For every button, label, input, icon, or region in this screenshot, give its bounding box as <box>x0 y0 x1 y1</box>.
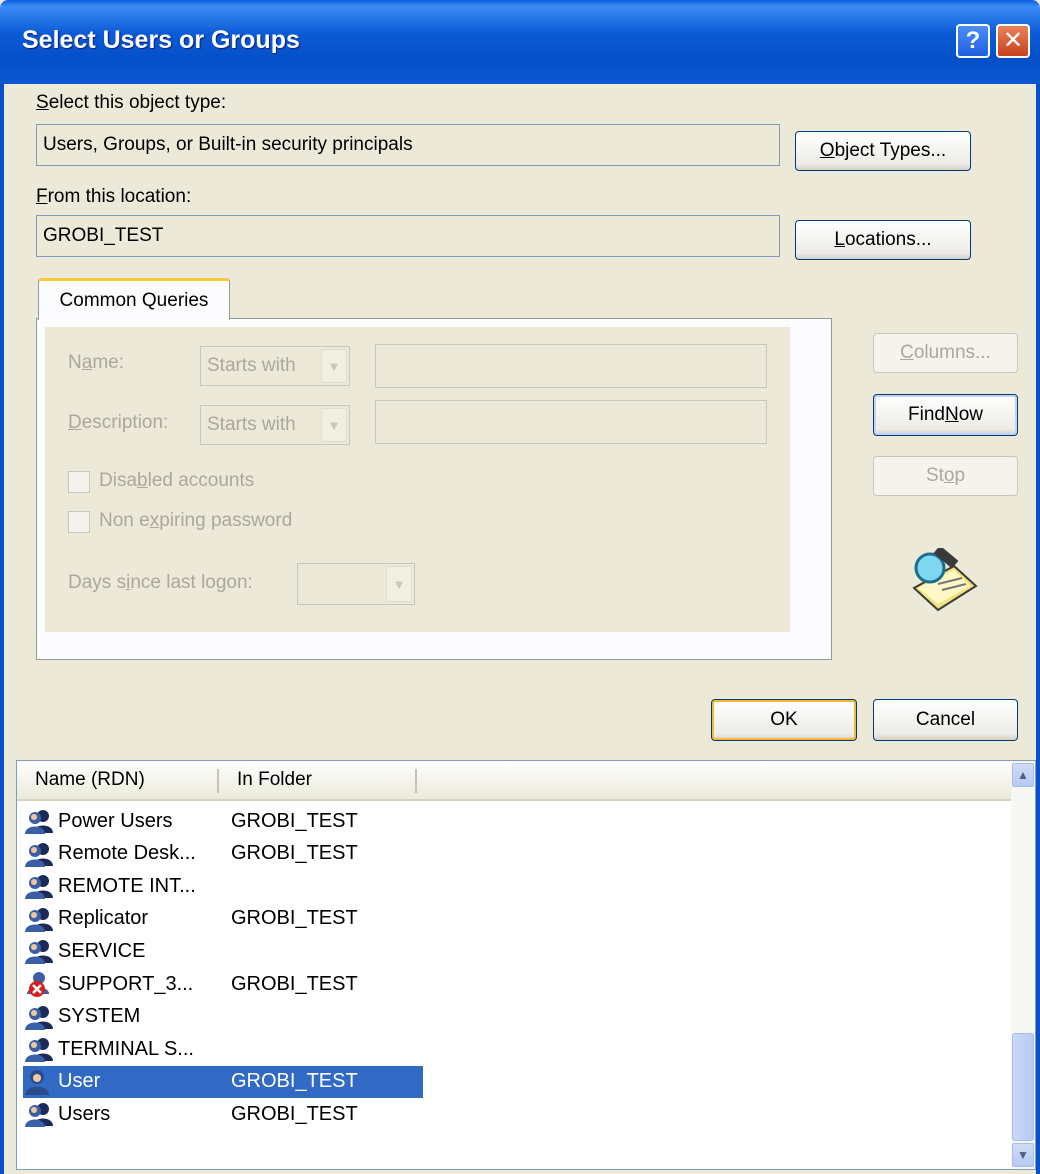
folder-cell: GROBI_TEST <box>231 972 358 995</box>
non-expiring-password-checkbox[interactable] <box>68 511 90 533</box>
name-cell: SYSTEM <box>23 1003 231 1031</box>
name-cell: TERMINAL S... <box>23 1035 231 1063</box>
disabled-user-icon <box>23 970 58 998</box>
object-name: Power Users <box>58 809 173 832</box>
name-cell: Users <box>23 1100 231 1128</box>
description-label: Description: <box>68 412 169 433</box>
ok-button[interactable]: OK <box>711 699 857 741</box>
columns-button[interactable]: Columns... <box>873 333 1018 373</box>
object-name: SYSTEM <box>58 1005 141 1028</box>
name-cell: User <box>23 1068 231 1096</box>
description-mode-select[interactable]: Starts with ▼ <box>200 405 350 445</box>
folder-cell: GROBI_TEST <box>231 842 358 865</box>
location-field: GROBI_TEST <box>36 215 780 257</box>
name-cell: Remote Desk... <box>23 840 231 868</box>
list-item[interactable]: SUPPORT_3... GROBI_TEST <box>23 968 423 1000</box>
group-icon <box>23 1003 58 1031</box>
window-border-right <box>1036 84 1040 1174</box>
disabled-accounts-checkbox[interactable] <box>68 471 90 493</box>
chevron-down-icon: ▼ <box>386 566 412 602</box>
group-icon <box>23 1100 58 1128</box>
column-header-name[interactable]: Name (RDN) <box>17 761 217 799</box>
non-expiring-password-label: Non expiring password <box>99 510 293 531</box>
list-header: Name (RDN) In Folder <box>17 761 1011 801</box>
group-icon <box>23 937 58 965</box>
list-item[interactable]: SERVICE <box>23 935 423 967</box>
cancel-button[interactable]: Cancel <box>873 699 1018 741</box>
folder-cell: GROBI_TEST <box>231 907 358 930</box>
object-name: Users <box>58 1102 111 1125</box>
location-label: From this location: <box>36 186 192 207</box>
name-cell: Replicator <box>23 905 231 933</box>
object-name: Replicator <box>58 907 149 930</box>
folder-cell: GROBI_TEST <box>231 809 358 832</box>
name-cell: Power Users <box>23 807 231 835</box>
locations-button[interactable]: Locations... <box>795 220 971 260</box>
scroll-thumb[interactable] <box>1012 1033 1034 1141</box>
search-results-list[interactable]: Name (RDN) In Folder Power Users GROBI_TE… <box>16 760 1036 1170</box>
column-header-in-folder[interactable]: In Folder <box>219 761 415 799</box>
folder-cell: GROBI_TEST <box>231 1070 358 1093</box>
window-title: Select Users or Groups <box>22 26 300 54</box>
object-name: SUPPORT_3... <box>58 972 194 995</box>
user-icon <box>23 1068 58 1096</box>
days-since-last-logon-label: Days since last logon: <box>68 572 253 593</box>
search-flashlight-icon <box>912 548 978 612</box>
list-item[interactable]: Users GROBI_TEST <box>23 1098 423 1130</box>
close-button[interactable]: ✕ <box>996 24 1030 58</box>
tab-common-queries[interactable]: Common Queries <box>38 278 230 320</box>
name-cell: REMOTE INT... <box>23 872 231 900</box>
name-cell: SERVICE <box>23 937 231 965</box>
vertical-scrollbar[interactable]: ▲ ▼ <box>1011 761 1035 1169</box>
object-name: Remote Desk... <box>58 842 196 865</box>
object-type-label: Select this object type: <box>36 92 227 113</box>
group-icon <box>23 872 58 900</box>
group-icon <box>23 905 58 933</box>
list-item[interactable]: SYSTEM <box>23 1001 423 1033</box>
group-icon <box>23 840 58 868</box>
object-name: SERVICE <box>58 939 146 962</box>
list-item[interactable]: User GROBI_TEST <box>23 1065 423 1098</box>
object-types-button[interactable]: Object Types... <box>795 131 971 171</box>
group-icon <box>23 1035 58 1063</box>
folder-cell: GROBI_TEST <box>231 1102 358 1125</box>
find-now-button[interactable]: Find Now <box>873 394 1018 436</box>
name-mode-value: Starts with <box>207 355 296 376</box>
object-type-field: Users, Groups, or Built-in security prin… <box>36 124 780 166</box>
object-name: User <box>58 1070 101 1093</box>
stop-button[interactable]: St o p <box>873 456 1018 496</box>
chevron-down-icon: ▼ <box>321 408 347 442</box>
name-input[interactable] <box>375 344 767 388</box>
object-name: TERMINAL S... <box>58 1037 194 1060</box>
name-mode-select[interactable]: Starts with ▼ <box>200 346 350 386</box>
object-name: REMOTE INT... <box>58 874 196 897</box>
scroll-down-button[interactable]: ▼ <box>1012 1143 1034 1167</box>
chevron-down-icon: ▼ <box>321 349 347 383</box>
window-border-left <box>0 84 4 1174</box>
days-since-logon-select[interactable]: ▼ <box>297 563 415 605</box>
title-bar[interactable]: Select Users or Groups ? ✕ <box>0 0 1040 84</box>
column-divider[interactable] <box>415 769 417 793</box>
description-mode-value: Starts with <box>207 414 296 435</box>
list-item[interactable]: Remote Desk... GROBI_TEST <box>23 838 423 870</box>
list-item[interactable]: REMOTE INT... <box>23 870 423 902</box>
disabled-accounts-label: Disabled accounts <box>99 470 255 491</box>
name-cell: SUPPORT_3... <box>23 970 231 998</box>
list-item[interactable]: Replicator GROBI_TEST <box>23 903 423 935</box>
scroll-up-button[interactable]: ▲ <box>1012 763 1034 787</box>
list-item[interactable]: TERMINAL S... <box>23 1033 423 1065</box>
list-item[interactable]: Power Users GROBI_TEST <box>23 805 423 837</box>
description-input[interactable] <box>375 400 767 444</box>
help-button[interactable]: ? <box>956 24 990 58</box>
group-icon <box>23 807 58 835</box>
name-label: Name: <box>68 352 124 373</box>
